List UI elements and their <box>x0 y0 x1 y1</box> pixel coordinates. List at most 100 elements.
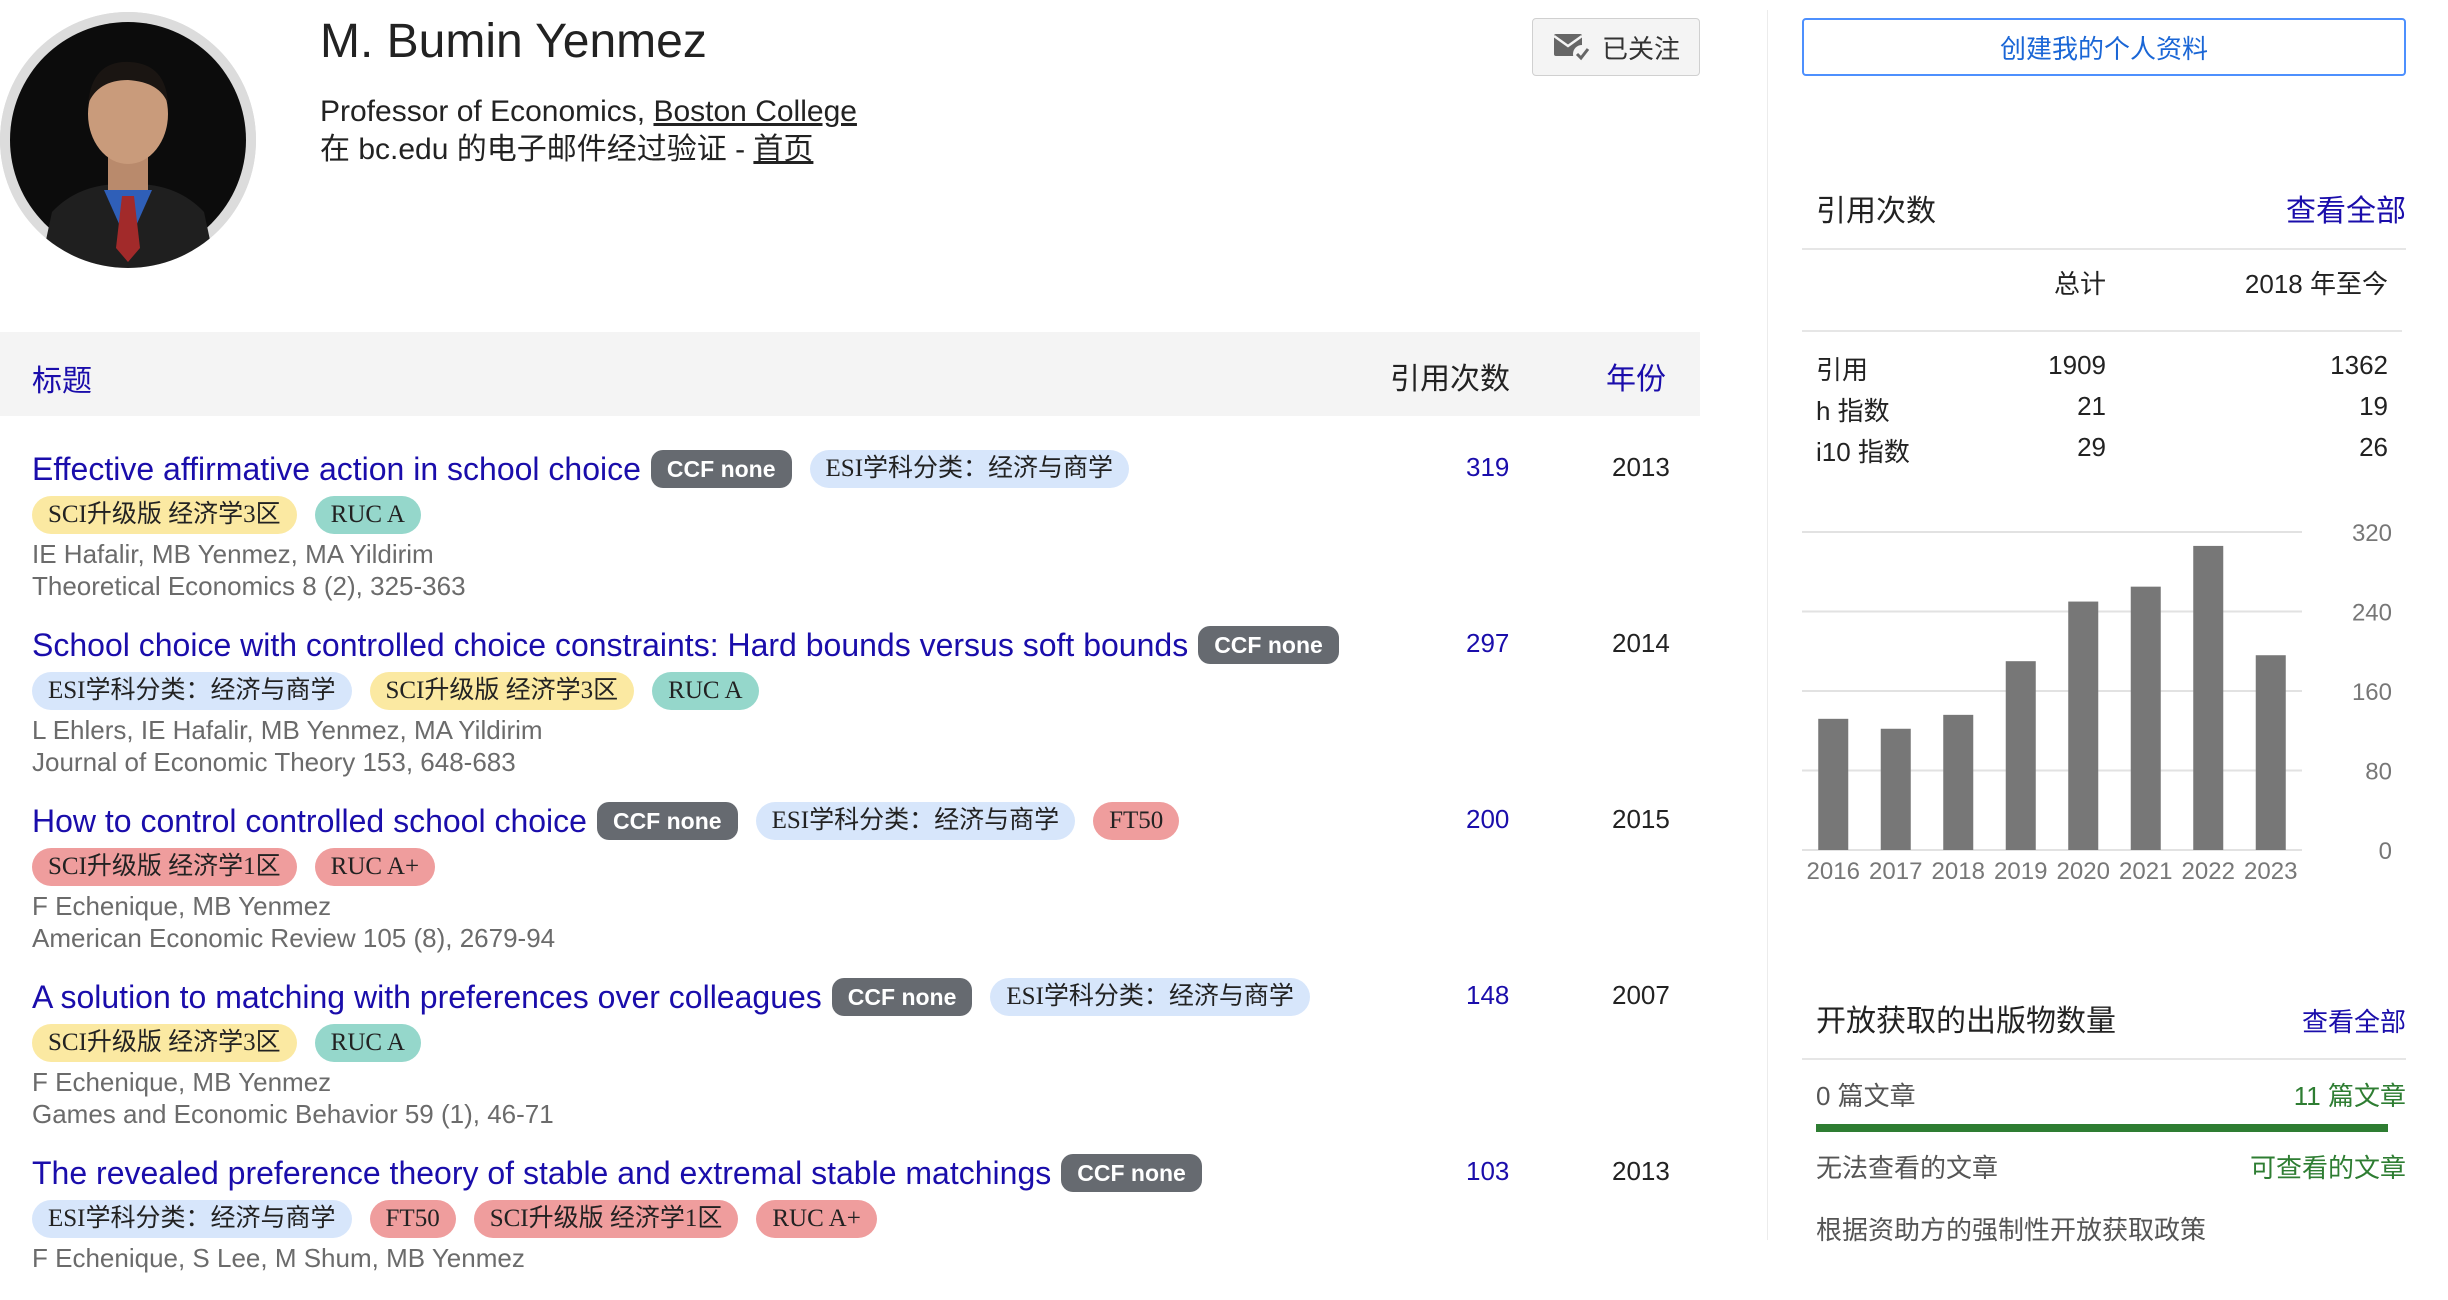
tag-ccf: CCF none <box>650 450 792 488</box>
profile-photo <box>0 12 256 268</box>
chart-bar-2022[interactable] <box>2193 545 2224 850</box>
publication-info: How to control controlled school choice C… <box>32 798 1362 954</box>
publication-title-line: Effective affirmative action in school c… <box>32 446 1362 538</box>
publication-year: 2013 <box>1612 452 1670 482</box>
create-profile-button[interactable]: 创建我的个人资料 <box>1802 18 2406 76</box>
follow-label: 已关注 <box>1601 33 1680 64</box>
chart-y-tick-label: 240 <box>2352 600 2392 627</box>
open-access-divider <box>1802 1058 2406 1060</box>
cited-by-count-link[interactable]: 200 <box>1466 804 1546 835</box>
publication-title-line: How to control controlled school choice C… <box>32 798 1362 890</box>
publication-info: Effective affirmative action in school c… <box>32 446 1362 602</box>
affiliation-prefix: Professor of Economics, <box>320 95 654 128</box>
publication-title-line: A solution to matching with preferences … <box>32 974 1362 1066</box>
metric-label[interactable]: i10 指数 <box>1816 432 1910 469</box>
profile-affiliation: Professor of Economics, Boston College <box>320 92 857 132</box>
oa-available-label: 可查看的文章 <box>2249 1153 2406 1183</box>
profile-verified-email: 在 bc.edu 的电子邮件经过验证 - 首页 <box>320 130 813 170</box>
metric-label[interactable]: 引用 <box>1816 350 1868 387</box>
chart-bar-2023[interactable] <box>2255 655 2286 850</box>
citations-table-header: 总计 2018 年至今 <box>1816 264 2388 304</box>
chart-bar-2021[interactable] <box>2130 586 2161 850</box>
publication-title-link[interactable]: A solution to matching with preferences … <box>32 979 822 1015</box>
chart-y-tick-label: 160 <box>2352 679 2392 706</box>
tag-sci3: SCI升级版 经济学3区 <box>369 672 635 711</box>
chart-y-tick-label: 0 <box>2379 838 2392 865</box>
publication-authors: L Ehlers, IE Hafalir, MB Yenmez, MA Yild… <box>32 715 543 746</box>
follow-button[interactable]: 已关注 <box>1532 18 1700 76</box>
metric-since-2018: 19 <box>2359 391 2388 421</box>
publication-year: 2007 <box>1612 980 1670 1010</box>
sort-by-cited[interactable]: 引用次数 <box>1390 354 1510 398</box>
tag-sci1: SCI升级版 经济学1区 <box>473 1200 739 1239</box>
citations-view-all-link[interactable]: 查看全部 <box>2286 186 2406 230</box>
publication-title-line: School choice with controlled choice con… <box>32 622 1362 714</box>
chart-bar-2018[interactable] <box>1943 714 1974 850</box>
cited-by-count-link[interactable]: 103 <box>1466 1156 1546 1187</box>
col-total: 总计 <box>2053 269 2106 299</box>
oa-available-count: 11 篇文章 <box>2293 1081 2406 1111</box>
publication-title-link[interactable]: Effective affirmative action in school c… <box>32 451 641 487</box>
homepage-link[interactable]: 首页 <box>753 133 813 166</box>
sort-by-year[interactable]: 年份 <box>1606 354 1666 398</box>
metric-since-2018: 1362 <box>2330 350 2388 380</box>
publication-info: A solution to matching with preferences … <box>32 974 1362 1130</box>
publication-authors: F Echenique, MB Yenmez <box>32 1067 332 1098</box>
tag-esi: ESI学科分类：经济与商学 <box>755 802 1076 840</box>
mail-check-icon <box>1553 34 1591 63</box>
publication-year: 2015 <box>1612 804 1670 834</box>
oa-unavailable-count: 0 篇文章 <box>1816 1081 1916 1111</box>
tag-esi: ESI学科分类：经济与商学 <box>990 978 1310 1016</box>
chart-x-tick-label: 2022 <box>2182 858 2235 885</box>
table-row: The revealed preference theory of stable… <box>0 1124 1700 1300</box>
publication-info: School choice with controlled choice con… <box>32 622 1362 778</box>
open-access-progress-bar <box>1816 1124 2388 1132</box>
citations-per-year-chart: 0 80 160 240 320 2016 2017 2018 2019 2020 2021 2022… <box>1802 520 2406 890</box>
publication-title-link[interactable]: How to control controlled school choice <box>32 803 587 839</box>
publications-list: Effective affirmative action in school c… <box>0 420 1700 1300</box>
sort-by-title[interactable]: 标题 <box>32 356 92 400</box>
tag-sci3: SCI升级版 经济学3区 <box>32 496 297 535</box>
cited-by-count-link[interactable]: 319 <box>1466 452 1546 483</box>
chart-bar-2016[interactable] <box>1818 718 1849 850</box>
tag-esi: ESI学科分类：经济与商学 <box>32 672 352 711</box>
table-row: School choice with controlled choice con… <box>0 596 1700 777</box>
affiliation-link[interactable]: Boston College <box>653 95 856 128</box>
publication-title-line: The revealed preference theory of stable… <box>32 1150 1362 1242</box>
publication-authors: F Echenique, MB Yenmez <box>32 891 332 922</box>
citation-metric-row: 引用 1909 1362 <box>1816 350 2388 391</box>
open-access-heading: 开放获取的出版物数量 <box>1816 1005 2116 1038</box>
table-row: How to control controlled school choice C… <box>0 772 1700 953</box>
metric-since-2018: 26 <box>2359 432 2388 462</box>
publication-authors: IE Hafalir, MB Yenmez, MA Yildirim <box>32 539 434 570</box>
publication-year: 2014 <box>1612 628 1670 658</box>
chart-x-tick-label: 2019 <box>1994 858 2047 885</box>
citation-metric-row: h 指数 21 19 <box>1816 391 2388 432</box>
metric-label[interactable]: h 指数 <box>1816 391 1890 428</box>
person-photo-icon <box>0 12 256 268</box>
chart-bar-2019[interactable] <box>2005 661 2036 850</box>
oa-mandate-text: 根据资助方的强制性开放获取政策 <box>1816 1215 2207 1245</box>
citations-table: 总计 2018 年至今 引用 1909 1362 h 指数 21 19 i10 … <box>1802 264 2402 473</box>
publication-title-link[interactable]: School choice with controlled choice con… <box>32 627 1188 663</box>
metric-total: 29 <box>2077 432 2106 462</box>
metric-total: 21 <box>2077 391 2106 421</box>
table-row: Effective affirmative action in school c… <box>0 420 1700 601</box>
open-access-view-all-link[interactable]: 查看全部 <box>2302 1002 2406 1039</box>
citation-metric-row: i10 指数 29 26 <box>1816 432 2388 473</box>
publications-table-header: 标题 引用次数 年份 <box>0 332 1700 416</box>
col-since-2018: 2018 年至今 <box>2244 269 2388 299</box>
chart-y-tick-label: 80 <box>2365 759 2392 786</box>
cited-by-count-link[interactable]: 148 <box>1466 980 1546 1011</box>
chart-bar-2017[interactable] <box>1880 728 1911 850</box>
chart-bar-2020[interactable] <box>2068 601 2099 850</box>
tag-ft: FT50 <box>1093 802 1180 840</box>
tag-ruc: RUC A <box>652 672 759 711</box>
chart-y-tick-label: 320 <box>2352 520 2392 547</box>
tag-ruca: RUC A+ <box>314 848 436 887</box>
table-row: A solution to matching with preferences … <box>0 948 1700 1129</box>
citations-bar-chart: 0 80 160 240 320 2016 2017 2018 2019 2020 2021 2022… <box>1802 520 2392 885</box>
cited-by-count-link[interactable]: 297 <box>1466 628 1546 659</box>
chart-x-tick-label: 2018 <box>1932 858 1985 885</box>
publication-title-link[interactable]: The revealed preference theory of stable… <box>32 1155 1051 1191</box>
